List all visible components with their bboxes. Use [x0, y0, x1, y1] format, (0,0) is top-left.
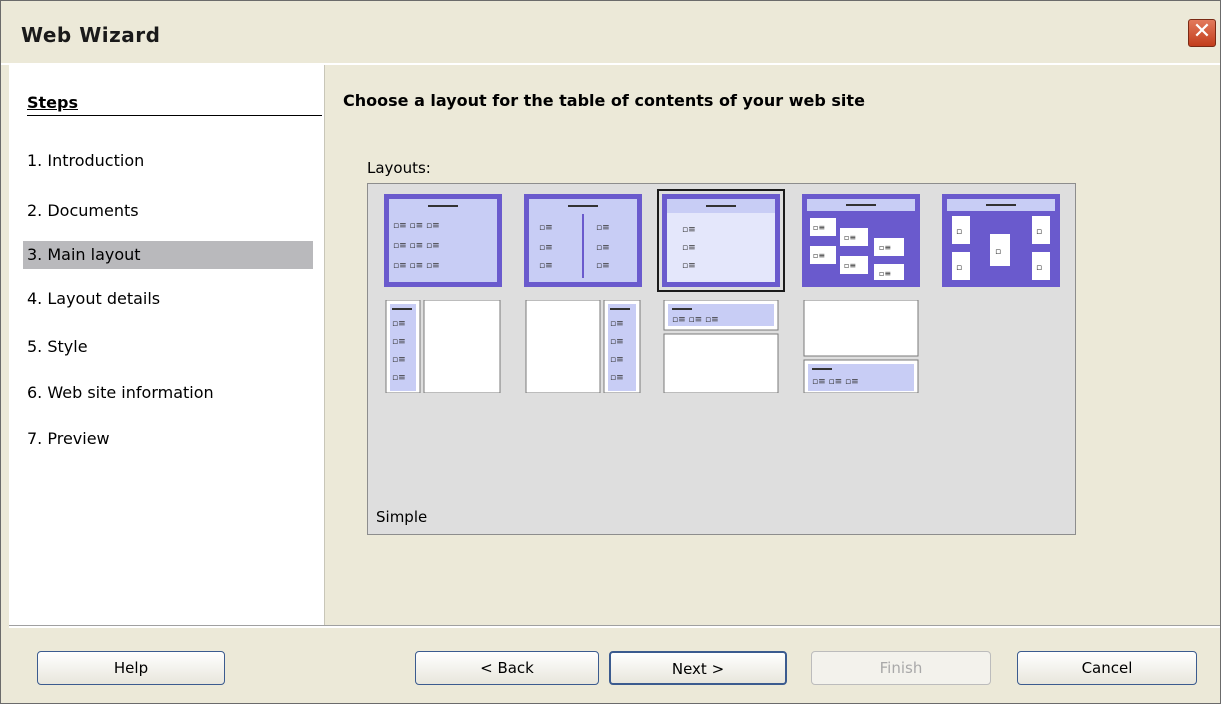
svg-text:▫: ▫	[995, 247, 1001, 257]
svg-text:▫: ▫	[956, 263, 962, 273]
svg-text:▫≡: ▫≡	[392, 319, 406, 329]
svg-text:▫≡: ▫≡	[879, 269, 891, 278]
steps-divider	[27, 115, 322, 116]
steps-title: Steps	[27, 93, 78, 112]
svg-text:▫: ▫	[956, 227, 962, 237]
svg-text:▫≡ ▫≡ ▫≡: ▫≡ ▫≡ ▫≡	[393, 241, 440, 251]
svg-text:▫≡ ▫≡ ▫≡: ▫≡ ▫≡ ▫≡	[812, 377, 859, 387]
svg-text:▫≡: ▫≡	[596, 261, 610, 271]
svg-text:▫≡: ▫≡	[879, 243, 891, 252]
footer-divider	[9, 625, 1220, 628]
main-panel: Choose a layout for the table of content…	[325, 65, 1220, 625]
svg-text:▫≡: ▫≡	[539, 261, 553, 271]
page-title: Choose a layout for the table of content…	[343, 91, 865, 110]
svg-text:▫≡: ▫≡	[392, 373, 406, 383]
svg-text:▫≡: ▫≡	[392, 355, 406, 365]
svg-text:▫: ▫	[1036, 227, 1042, 237]
finish-button: Finish	[811, 651, 991, 685]
layout-tile-vertical-blocks[interactable]: ▫ ▫ ▫ ▫ ▫	[942, 194, 1060, 287]
web-wizard-window: Web Wizard ✕ Steps 1. Introduction 2. Do…	[0, 0, 1221, 704]
cancel-button[interactable]: Cancel	[1017, 651, 1197, 685]
svg-text:▫≡ ▫≡ ▫≡: ▫≡ ▫≡ ▫≡	[393, 261, 440, 271]
svg-text:▫≡: ▫≡	[539, 243, 553, 253]
title-bar: Web Wizard ✕	[1, 1, 1220, 65]
svg-text:▫: ▫	[1036, 263, 1042, 273]
close-icon[interactable]: ✕	[1188, 19, 1216, 47]
step-layout-details[interactable]: 4. Layout details	[23, 285, 313, 313]
svg-text:▫≡: ▫≡	[596, 223, 610, 233]
window-title: Web Wizard	[21, 23, 161, 47]
layout-tile-bottom-frame[interactable]: ▫≡ ▫≡ ▫≡	[802, 300, 920, 393]
svg-text:▫≡: ▫≡	[813, 223, 825, 232]
svg-text:▫≡: ▫≡	[610, 337, 624, 347]
svg-text:▫≡: ▫≡	[610, 373, 624, 383]
svg-text:▫≡: ▫≡	[813, 251, 825, 260]
svg-text:▫≡: ▫≡	[682, 243, 696, 253]
svg-text:▫≡: ▫≡	[610, 355, 624, 365]
step-web-site-information[interactable]: 6. Web site information	[23, 379, 313, 407]
svg-text:▫≡: ▫≡	[539, 223, 553, 233]
next-button[interactable]: Next >	[609, 651, 787, 685]
layouts-label: Layouts:	[367, 159, 431, 177]
layout-tile-right-frame[interactable]: ▫≡ ▫≡ ▫≡ ▫≡	[524, 300, 642, 393]
svg-text:▫≡: ▫≡	[596, 243, 610, 253]
back-button[interactable]: < Back	[415, 651, 599, 685]
layout-tile-three-columns[interactable]: ▫≡ ▫≡ ▫≡ ▫≡ ▫≡ ▫≡ ▫≡ ▫≡ ▫≡	[384, 194, 502, 287]
layout-tile-simple[interactable]: ▫≡ ▫≡ ▫≡	[657, 189, 785, 292]
selected-layout-caption: Simple	[376, 508, 428, 526]
svg-text:▫≡ ▫≡ ▫≡: ▫≡ ▫≡ ▫≡	[393, 221, 440, 231]
help-button[interactable]: Help	[37, 651, 225, 685]
step-introduction[interactable]: 1. Introduction	[23, 147, 313, 175]
svg-text:▫≡: ▫≡	[682, 225, 696, 235]
step-preview[interactable]: 7. Preview	[23, 425, 313, 453]
layout-tile-two-columns[interactable]: ▫≡ ▫≡ ▫≡ ▫≡ ▫≡ ▫≡	[524, 194, 642, 287]
svg-text:▫≡: ▫≡	[610, 319, 624, 329]
layouts-gallery[interactable]: ▫≡ ▫≡ ▫≡ ▫≡ ▫≡ ▫≡ ▫≡ ▫≡ ▫≡ ▫≡ ▫≡ ▫≡ ▫≡ ▫≡ ▫…	[367, 183, 1076, 535]
svg-text:▫≡: ▫≡	[844, 233, 856, 242]
step-documents[interactable]: 2. Documents	[23, 197, 313, 225]
svg-text:▫≡: ▫≡	[682, 261, 696, 271]
step-main-layout[interactable]: 3. Main layout	[23, 241, 313, 269]
layout-tile-left-frame[interactable]: ▫≡ ▫≡ ▫≡ ▫≡	[384, 300, 502, 393]
step-style[interactable]: 5. Style	[23, 333, 313, 361]
svg-text:▫≡ ▫≡ ▫≡: ▫≡ ▫≡ ▫≡	[672, 315, 719, 325]
layout-tile-diagonal[interactable]: ▫≡ ▫≡ ▫≡ ▫≡ ▫≡ ▫≡	[802, 194, 920, 287]
svg-text:▫≡: ▫≡	[392, 337, 406, 347]
svg-text:▫≡: ▫≡	[844, 261, 856, 270]
layout-tile-top-frame[interactable]: ▫≡ ▫≡ ▫≡	[662, 300, 780, 393]
steps-panel: Steps 1. Introduction 2. Documents 3. Ma…	[9, 65, 325, 625]
